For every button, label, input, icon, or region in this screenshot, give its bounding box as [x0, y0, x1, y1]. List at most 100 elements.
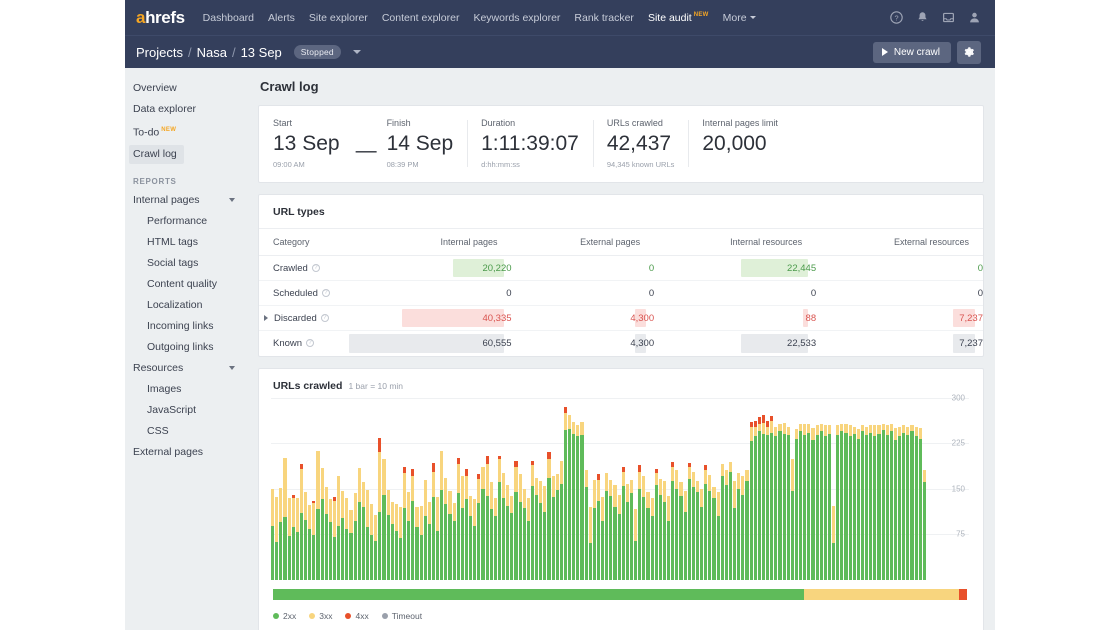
chart-bar[interactable] — [291, 494, 295, 580]
chart-bar[interactable] — [568, 414, 572, 580]
chart-bar[interactable] — [609, 480, 613, 580]
breadcrumb-crawl-date[interactable]: 13 Sep — [241, 45, 282, 60]
chart-bar[interactable] — [807, 424, 811, 580]
chart-bar[interactable] — [823, 425, 827, 580]
breadcrumb-projects[interactable]: Projects — [136, 45, 183, 60]
chart-bar[interactable] — [794, 429, 799, 580]
chart-bar[interactable] — [530, 460, 535, 580]
chart-bar[interactable] — [642, 476, 646, 580]
info-icon[interactable]: ? — [311, 264, 320, 272]
chart-bar[interactable] — [720, 464, 724, 580]
chart-bar[interactable] — [551, 476, 555, 580]
chart-bar[interactable] — [683, 490, 687, 580]
sidebar-item-images[interactable]: Images — [133, 379, 247, 400]
chart-bar[interactable] — [481, 466, 485, 580]
chart-bar[interactable] — [407, 492, 411, 580]
chart-bar[interactable] — [885, 425, 889, 580]
settings-button[interactable] — [957, 40, 981, 64]
chart-bar[interactable] — [592, 480, 596, 580]
new-crawl-button[interactable]: New crawl — [872, 41, 951, 63]
chart-bar[interactable] — [873, 425, 877, 580]
chart-bar[interactable] — [514, 461, 518, 580]
chart-bar[interactable] — [770, 415, 774, 580]
chart-bar[interactable] — [497, 455, 502, 580]
user-icon[interactable] — [968, 11, 981, 24]
chart-bar[interactable] — [345, 498, 349, 580]
chart-bar[interactable] — [271, 488, 275, 580]
chart-bar[interactable] — [464, 469, 469, 580]
chart-bar[interactable] — [287, 498, 291, 580]
chart-bar[interactable] — [716, 492, 720, 580]
chart-bar[interactable] — [865, 426, 869, 580]
chart-bar[interactable] — [621, 466, 625, 580]
chart-bar[interactable] — [695, 481, 700, 580]
chart-bar[interactable] — [811, 427, 815, 580]
chart-bar[interactable] — [737, 472, 741, 580]
chart-bar[interactable] — [613, 484, 617, 580]
chart-bar[interactable] — [477, 473, 481, 580]
chart-bar[interactable] — [444, 477, 448, 580]
chart-bar[interactable] — [778, 424, 782, 580]
expand-row-icon[interactable] — [264, 315, 268, 321]
table-row[interactable]: Crawled? 20,220 0 22,445 0 — [259, 255, 983, 281]
sidebar-item-css[interactable]: CSS — [133, 421, 247, 442]
chart-bar[interactable] — [283, 457, 287, 580]
chart-bar[interactable] — [448, 490, 452, 580]
chart-bar[interactable] — [535, 477, 539, 580]
chart-bar[interactable] — [596, 473, 601, 580]
help-icon[interactable]: ? — [890, 11, 903, 24]
sidebar-item-social-tags[interactable]: Social tags — [133, 253, 247, 274]
chart-bar[interactable] — [638, 465, 642, 580]
chart-bar[interactable] — [341, 490, 345, 580]
chart-bar[interactable] — [898, 426, 902, 580]
table-row[interactable]: Known? 60,555 4,300 22,533 7,237 — [259, 331, 983, 356]
chart-bar[interactable] — [922, 470, 926, 580]
chart-bar[interactable] — [700, 488, 704, 580]
info-icon[interactable]: ? — [321, 289, 330, 297]
chart-bar[interactable] — [316, 450, 320, 580]
chart-bar[interactable] — [654, 469, 658, 580]
chart-bar[interactable] — [749, 421, 753, 580]
chart-bar[interactable] — [634, 509, 638, 580]
chart-bar[interactable] — [712, 487, 716, 580]
chart-bar[interactable] — [786, 426, 790, 580]
chart-bar[interactable] — [856, 429, 860, 580]
chart-bar[interactable] — [708, 475, 712, 580]
chart-bar[interactable] — [427, 501, 431, 580]
chart-bar[interactable] — [547, 452, 551, 580]
chart-bar[interactable] — [370, 504, 374, 580]
chart-bar[interactable] — [456, 458, 460, 580]
chart-bar[interactable] — [832, 505, 836, 580]
nav-item-alerts[interactable]: Alerts — [268, 12, 295, 24]
legend-item-4xx[interactable]: 4xx — [345, 611, 369, 621]
chart-bar[interactable] — [423, 480, 427, 580]
chart-bar[interactable] — [658, 478, 662, 580]
chart-bar[interactable] — [724, 470, 728, 580]
chart-bar[interactable] — [337, 476, 341, 580]
chart-bar[interactable] — [679, 482, 683, 580]
chart-bar[interactable] — [539, 481, 543, 580]
chart-bar[interactable] — [452, 503, 456, 580]
chart-bar[interactable] — [332, 497, 337, 580]
inbox-icon[interactable] — [942, 11, 955, 24]
chart-bar[interactable] — [411, 469, 415, 580]
chart-bar[interactable] — [390, 501, 394, 580]
sidebar-item-content-quality[interactable]: Content quality — [133, 274, 247, 295]
chart-bar[interactable] — [304, 492, 308, 580]
chart-bar[interactable] — [502, 472, 506, 580]
chart-bar[interactable] — [526, 498, 530, 580]
chart-bar[interactable] — [386, 489, 390, 580]
chart-bar[interactable] — [485, 455, 489, 580]
chart-bar[interactable] — [320, 467, 324, 580]
chart-bar[interactable] — [741, 476, 745, 580]
nav-item-rank-tracker[interactable]: Rank tracker — [574, 12, 634, 24]
chart-bar[interactable] — [436, 497, 440, 580]
info-icon[interactable]: ? — [320, 314, 329, 322]
chart-bar[interactable] — [415, 506, 419, 580]
chart-bar[interactable] — [860, 425, 865, 580]
sidebar-item-data-explorer[interactable]: Data explorer — [133, 99, 247, 120]
sidebar-item-localization[interactable]: Localization — [133, 295, 247, 316]
chart-bar[interactable] — [914, 426, 918, 580]
chart-bar[interactable] — [522, 488, 526, 580]
chart-bar[interactable] — [403, 466, 407, 580]
